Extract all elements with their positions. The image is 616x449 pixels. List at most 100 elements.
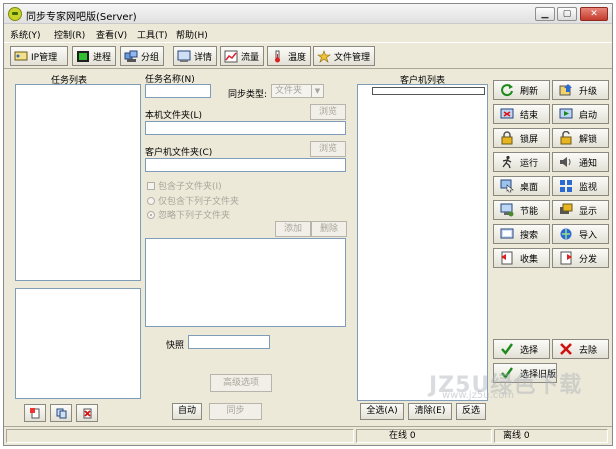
detail-button[interactable]: 详情 <box>173 46 217 66</box>
remove-x-icon <box>560 343 572 355</box>
lock-icon <box>501 131 513 145</box>
clear-button[interactable]: 清除(E) <box>408 403 452 420</box>
copy-task-button[interactable] <box>50 404 72 422</box>
sync-type-select[interactable]: 文件夹 ▼ <box>271 84 324 98</box>
add-subfolder-button[interactable]: 添加 <box>275 221 311 237</box>
menu-tools[interactable]: 工具(T) <box>137 28 168 41</box>
run-button[interactable]: 运行 <box>493 152 550 172</box>
notify-button[interactable]: 通知 <box>552 152 609 172</box>
search-label: 搜索 <box>520 230 539 241</box>
status-cell-main <box>6 429 354 443</box>
group-button[interactable]: 分组 <box>120 46 164 66</box>
energy-save-label: 节能 <box>520 206 539 217</box>
thermometer-icon <box>275 50 280 62</box>
end-button[interactable]: 结束 <box>493 104 550 124</box>
refresh-label: 刷新 <box>520 86 539 97</box>
run-icon <box>502 155 512 169</box>
client-folder-input[interactable] <box>145 158 346 172</box>
notify-label: 通知 <box>579 158 598 169</box>
select-button[interactable]: 选择 <box>493 339 550 359</box>
select-all-button[interactable]: 全选(A) <box>360 403 404 420</box>
group-label: 分组 <box>141 52 160 63</box>
snapshot-label: 快照 <box>166 341 185 351</box>
delete-task-button[interactable] <box>76 404 98 422</box>
local-folder-input[interactable] <box>145 121 346 135</box>
menu-help[interactable]: 帮助(H) <box>176 28 208 41</box>
import-button[interactable]: 导入 <box>552 224 609 244</box>
refresh-icon <box>501 84 513 97</box>
monitor-button[interactable]: 监视 <box>552 176 609 196</box>
remove-button[interactable]: 去除 <box>552 339 609 359</box>
ignore-sub-radio[interactable]: 忽略下列子文件夹 <box>147 208 230 221</box>
subfolder-list[interactable] <box>145 238 346 327</box>
end-label: 结束 <box>520 110 539 121</box>
toolbar: IP管理 进程 分组 详情 流量 温度 文件管理 <box>4 42 612 69</box>
sync-type-label: 同步类型: <box>228 90 268 100</box>
new-task-button[interactable] <box>24 404 46 422</box>
client-folder-label: 客户机文件夹(C) <box>145 148 213 158</box>
lock-screen-label: 锁屏 <box>520 134 539 145</box>
app-icon <box>8 7 22 21</box>
distribute-label: 分发 <box>579 254 598 265</box>
ip-manage-button[interactable]: IP管理 <box>10 46 68 66</box>
minimize-button[interactable]: ▁ <box>535 7 555 21</box>
refresh-button[interactable]: 刷新 <box>493 80 550 100</box>
title-bar[interactable]: 同步专家网吧版(Server) ▁ ▢ ✕ <box>4 4 612 24</box>
snapshot-input[interactable] <box>188 335 270 349</box>
display-button[interactable]: 显示 <box>552 200 609 220</box>
import-icon <box>560 228 572 240</box>
energy-save-button[interactable]: 节能 <box>493 200 550 220</box>
run-label: 运行 <box>520 158 539 169</box>
browse-local-button[interactable]: 浏览 <box>310 104 346 120</box>
task-detail-list[interactable] <box>15 288 141 399</box>
monitor-label: 监视 <box>579 182 598 193</box>
process-button[interactable]: 进程 <box>72 46 116 66</box>
maximize-icon: ▢ <box>562 9 572 19</box>
file-manage-button[interactable]: 文件管理 <box>313 46 375 66</box>
client-list-header[interactable] <box>372 87 485 95</box>
detail-icon <box>177 50 191 62</box>
only-include-radio[interactable]: 仅包含下列子文件夹 <box>147 194 239 207</box>
traffic-label: 流量 <box>241 52 260 63</box>
process-label: 进程 <box>93 52 112 63</box>
file-manage-label: 文件管理 <box>334 52 371 63</box>
delete-subfolder-button[interactable]: 删除 <box>311 221 347 237</box>
task-name-input[interactable] <box>145 84 211 98</box>
display-icon <box>560 203 573 214</box>
checkbox-box <box>147 182 155 190</box>
menu-view[interactable]: 查看(V) <box>96 28 127 41</box>
unlock-button[interactable]: 解锁 <box>552 128 609 148</box>
include-subfolders-checkbox[interactable]: 包含子文件夹(I) <box>147 179 222 192</box>
menu-system[interactable]: 系统(Y) <box>10 28 41 41</box>
traffic-button[interactable]: 流量 <box>220 46 264 66</box>
client-list[interactable] <box>357 84 488 401</box>
invert-button[interactable]: 反选 <box>456 403 486 420</box>
chevron-down-icon: ▼ <box>311 85 323 97</box>
temperature-button[interactable]: 温度 <box>267 46 311 66</box>
file-manage-icon <box>317 49 331 63</box>
close-button[interactable]: ✕ <box>580 7 608 21</box>
task-list[interactable] <box>15 84 141 281</box>
auto-button[interactable]: 自动 <box>172 403 202 420</box>
collect-icon <box>501 251 513 265</box>
process-icon <box>77 50 89 62</box>
distribute-button[interactable]: 分发 <box>552 248 609 268</box>
search-button[interactable]: 搜索 <box>493 224 550 244</box>
ip-manage-label: IP管理 <box>31 52 58 63</box>
monitor-icon <box>560 180 572 192</box>
start-button[interactable]: 启动 <box>552 104 609 124</box>
browse-client-button[interactable]: 浏览 <box>310 141 346 157</box>
delete-task-icon <box>83 408 92 419</box>
end-icon <box>500 108 514 119</box>
lock-screen-button[interactable]: 锁屏 <box>493 128 550 148</box>
import-label: 导入 <box>579 230 598 241</box>
menu-bar: 系统(Y) 控制(R) 查看(V) 工具(T) 帮助(H) <box>4 25 612 41</box>
collect-button[interactable]: 收集 <box>493 248 550 268</box>
desktop-button[interactable]: 桌面 <box>493 176 550 196</box>
upgrade-button[interactable]: 升级 <box>552 80 609 100</box>
search-icon <box>500 228 514 239</box>
sync-button[interactable]: 同步 <box>209 403 262 420</box>
maximize-button[interactable]: ▢ <box>557 7 577 21</box>
advanced-options-button[interactable]: 高级选项 <box>210 374 272 392</box>
menu-control[interactable]: 控制(R) <box>54 28 85 41</box>
